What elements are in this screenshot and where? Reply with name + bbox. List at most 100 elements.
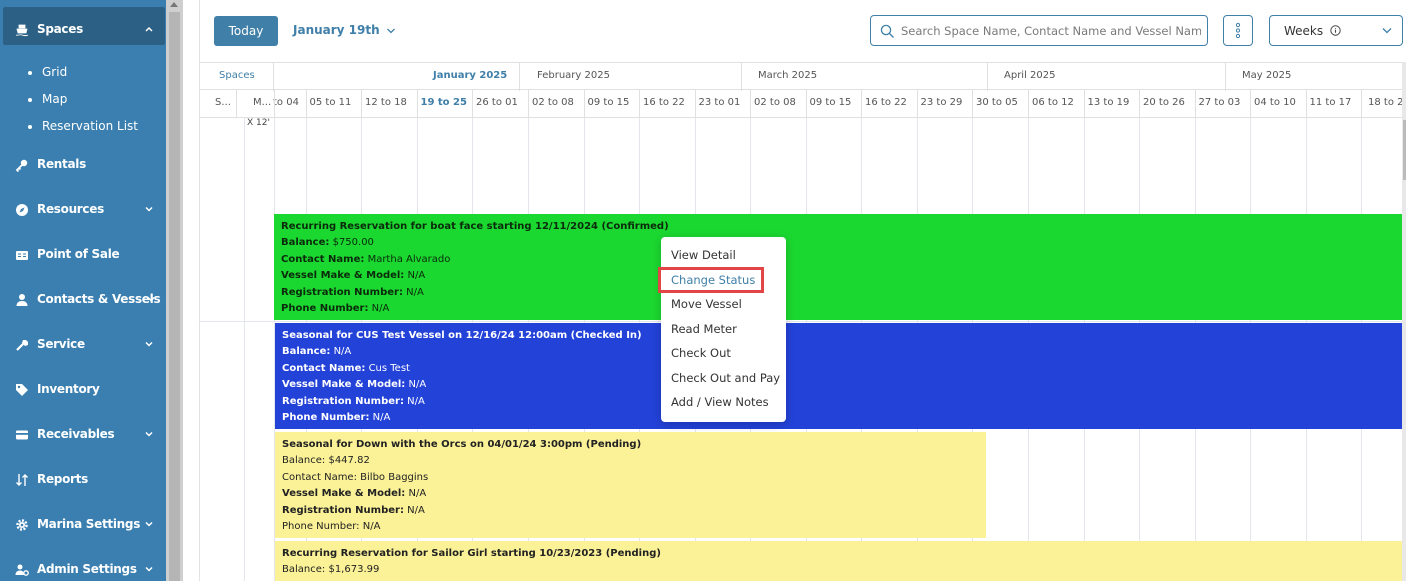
vessel-label: Vessel Make & Model: xyxy=(281,270,405,282)
sidebar-scrollbar-thumb[interactable] xyxy=(169,12,180,581)
week-label: 02 to 08 xyxy=(754,97,796,108)
week-divider xyxy=(806,90,807,118)
week-label: 16 to 22 xyxy=(865,97,907,108)
contact-value: Cus Test xyxy=(368,362,410,374)
vessel-value: N/A xyxy=(408,488,427,500)
sidebar-item-label: Service xyxy=(37,337,85,351)
ship-icon xyxy=(15,24,29,37)
balance-label: Balance: xyxy=(281,237,330,249)
key-icon xyxy=(15,159,28,172)
sidebar-item-label: Resources xyxy=(37,202,104,216)
week-divider xyxy=(917,90,918,118)
week-label: 02 to 08 xyxy=(532,97,574,108)
phone-label: Phone Number: xyxy=(282,521,360,533)
contact-label: Contact Name: xyxy=(282,362,366,374)
sidebar-item-inventory[interactable]: Inventory xyxy=(0,375,166,405)
week-divider xyxy=(1361,90,1362,118)
month-label: February 2025 xyxy=(537,70,610,81)
chevron-up-icon xyxy=(145,26,153,32)
sidebar-item-receivables[interactable]: Receivables xyxy=(0,420,166,450)
phone-label: Phone Number: xyxy=(281,303,369,315)
chevron-down-icon xyxy=(386,28,395,33)
registration-value: N/A xyxy=(406,286,424,298)
balance-value: $447.82 xyxy=(328,455,370,467)
registration-value: N/A xyxy=(407,395,425,407)
chevron-down-icon xyxy=(145,521,153,527)
week-divider xyxy=(861,90,862,118)
sidebar-item-marina-settings[interactable]: Marina Settings xyxy=(0,510,166,540)
contact-label: Contact Name: xyxy=(282,471,357,483)
reservation-block-pending[interactable]: Seasonal for Down with the Orcs on 04/01… xyxy=(275,432,986,538)
sidebar-item-resources[interactable]: Resources xyxy=(0,195,166,225)
contact-label: Contact Name: xyxy=(281,253,365,265)
left-column-header[interactable]: S... xyxy=(215,97,231,108)
search-icon xyxy=(880,24,894,38)
sidebar-item-contacts-vessels[interactable]: Contacts & Vessels xyxy=(0,285,166,315)
week-label: 18 to 2 xyxy=(1368,97,1404,108)
menu-item-read-meter[interactable]: Read Meter xyxy=(671,322,737,336)
reservation-title: Seasonal for Down with the Orcs on 04/01… xyxy=(282,439,642,450)
search-box[interactable] xyxy=(870,15,1208,46)
menu-item-view-detail[interactable]: View Detail xyxy=(671,248,736,262)
week-divider xyxy=(972,90,973,118)
month-label: March 2025 xyxy=(758,70,818,81)
chevron-down-icon xyxy=(145,206,153,212)
contact-value: Bilbo Baggins xyxy=(360,471,429,483)
reservation-block-pending[interactable]: Recurring Reservation for Sailor Girl st… xyxy=(275,541,1402,581)
left-column-header[interactable]: M... xyxy=(253,97,271,108)
menu-item-check-out[interactable]: Check Out xyxy=(671,346,731,360)
balance-label: Balance: xyxy=(282,564,326,576)
week-divider xyxy=(750,90,751,118)
info-icon xyxy=(1330,25,1341,36)
scroll-up-arrow-icon[interactable] xyxy=(170,2,178,7)
card-icon xyxy=(16,430,28,440)
compass-icon xyxy=(16,204,28,216)
month-label: April 2025 xyxy=(1004,70,1056,81)
balance-value: N/A xyxy=(333,346,352,358)
reservation-block-checked-in[interactable]: Seasonal for CUS Test Vessel on 12/16/24… xyxy=(275,323,1402,429)
sort-icon xyxy=(16,474,28,486)
week-label: 26 to 01 xyxy=(476,97,518,108)
chevron-down-icon xyxy=(147,296,155,302)
date-picker[interactable]: January 19th xyxy=(293,23,396,37)
menu-item-check-out-and-pay[interactable]: Check Out and Pay xyxy=(671,371,780,385)
sidebar-item-label: Contacts & Vessels xyxy=(37,292,161,306)
week-divider xyxy=(472,90,473,118)
week-label: 23 to 01 xyxy=(698,97,741,108)
sidebar-item-service[interactable]: Service xyxy=(0,330,166,360)
space-size-label: X 12' xyxy=(247,118,270,128)
bullet-icon xyxy=(28,71,32,75)
month-label: May 2025 xyxy=(1242,70,1292,81)
week-label: 30 to 05 xyxy=(976,97,1018,108)
sidebar-item-reports[interactable]: Reports xyxy=(0,465,166,495)
vessel-label: Vessel Make & Model: xyxy=(282,379,406,391)
menu-item-move-vessel[interactable]: Move Vessel xyxy=(671,297,742,311)
week-label: 09 to 15 xyxy=(587,97,630,108)
registration-label: Registration Number: xyxy=(282,395,404,407)
reservation-block-confirmed[interactable]: Recurring Reservation for boat face star… xyxy=(274,214,1402,320)
grid-line xyxy=(244,118,245,581)
sidebar-item-admin-settings[interactable]: Admin Settings xyxy=(0,555,166,581)
more-options-button[interactable] xyxy=(1223,15,1253,46)
view-mode-select[interactable]: Weeks xyxy=(1269,15,1403,46)
sidebar-item-label: Marina Settings xyxy=(37,517,141,531)
sidebar-item-spaces[interactable]: Spaces xyxy=(0,15,166,45)
week-label: 09 to 15 xyxy=(809,97,852,108)
sidebar-item-label: Receivables xyxy=(37,427,115,441)
week-divider xyxy=(639,90,640,118)
week-divider xyxy=(1084,90,1085,118)
phone-label: Phone Number: xyxy=(282,412,370,424)
search-input[interactable] xyxy=(901,21,1201,41)
sidebar: Spaces Grid Map Reservation List Rentals… xyxy=(0,0,166,581)
users-gear-icon xyxy=(15,564,29,576)
sidebar-item-point-of-sale[interactable]: Point of Sale xyxy=(0,240,166,270)
today-button[interactable]: Today xyxy=(214,16,278,46)
reservation-title: Recurring Reservation for Sailor Girl st… xyxy=(282,548,661,559)
menu-item-add-view-notes[interactable]: Add / View Notes xyxy=(671,395,769,409)
sidebar-item-label: Spaces xyxy=(37,22,83,36)
week-label: 06 to 12 xyxy=(1032,97,1074,108)
chevron-down-icon xyxy=(145,431,153,437)
sidebar-item-rentals[interactable]: Rentals xyxy=(0,150,166,180)
sidebar-item-label: Rentals xyxy=(37,157,86,171)
balance-value: $1,673.99 xyxy=(328,564,380,576)
